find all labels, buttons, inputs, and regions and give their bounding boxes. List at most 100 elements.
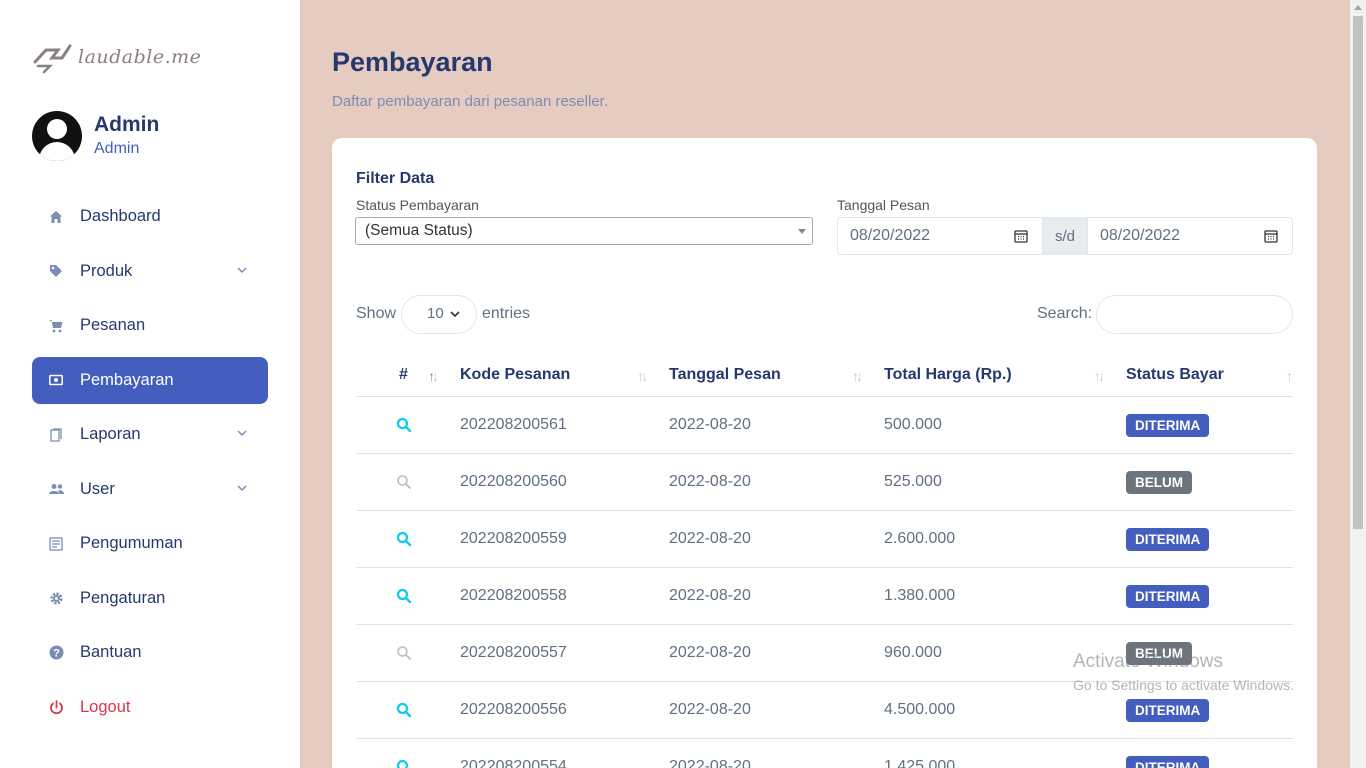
users-icon	[48, 481, 64, 497]
status-filter-label: Status Pembayaran	[356, 197, 479, 213]
scrollbar-thumb[interactable]	[1353, 16, 1363, 529]
profile-name: Admin	[94, 113, 160, 136]
sort-icon[interactable]: ↑↓	[637, 368, 648, 384]
search-detail-icon[interactable]	[396, 645, 412, 661]
sidebar-item-pengumuman[interactable]: Pengumuman	[32, 520, 268, 567]
table-row: 202208200558 2022-08-20 1.380.000 DITERI…	[356, 568, 1293, 625]
column-header-status[interactable]: Status Bayar	[1126, 366, 1224, 384]
search-detail-icon[interactable]	[396, 474, 412, 490]
cell-kode: 202208200560	[460, 473, 567, 490]
date-from-value: 08/20/2022	[850, 227, 931, 244]
sidebar-item-user[interactable]: User	[32, 466, 268, 513]
dropdown-caret-icon	[798, 229, 806, 234]
sidebar-item-bantuan[interactable]: ? Bantuan	[32, 629, 268, 676]
entries-select[interactable]: 10	[401, 295, 477, 334]
cell-total: 960.000	[884, 644, 942, 661]
sidebar-item-label: Pengaturan	[80, 588, 166, 607]
cell-kode: 202208200557	[460, 644, 567, 661]
search-detail-icon[interactable]	[396, 531, 412, 547]
status-filter-value: (Semua Status)	[365, 222, 473, 239]
column-header-total[interactable]: Total Harga (Rp.)	[884, 366, 1012, 384]
sidebar-item-label: Pesanan	[80, 316, 146, 334]
calendar-icon[interactable]	[1014, 229, 1028, 243]
question-icon: ?	[48, 645, 64, 661]
date-range-group: 08/20/2022 s/d 08/20/2022	[837, 217, 1293, 255]
sidebar-item-label: Laporan	[80, 425, 141, 443]
sidebar-item-laporan[interactable]: Laporan	[32, 411, 268, 458]
calendar-icon[interactable]	[1264, 229, 1278, 243]
entries-label: entries	[482, 305, 531, 322]
page-title: Pembayaran	[332, 47, 493, 77]
chevron-down-icon	[237, 484, 247, 491]
cell-tanggal: 2022-08-20	[669, 416, 751, 433]
cell-total: 1.425.000	[884, 758, 956, 768]
watermark-subtitle: Go to Settings to activate Windows.	[1073, 677, 1294, 693]
cell-total: 2.600.000	[884, 530, 956, 547]
date-from-input[interactable]: 08/20/2022	[838, 218, 1042, 254]
cell-tanggal: 2022-08-20	[669, 758, 751, 768]
sort-icon[interactable]: ↑	[1286, 368, 1293, 384]
page-scrollbar[interactable]	[1350, 0, 1366, 768]
sidebar-item-pembayaran[interactable]: Pembayaran	[32, 356, 268, 404]
date-to-input[interactable]: 08/20/2022	[1088, 218, 1292, 254]
sidebar-item-label: Pengumuman	[80, 534, 183, 552]
chevron-down-icon	[237, 266, 247, 273]
cell-total: 500.000	[884, 416, 942, 433]
sort-icon[interactable]: ↑↓	[852, 368, 863, 384]
column-header-index[interactable]: #	[399, 366, 408, 384]
status-badge: DITERIMA	[1126, 414, 1210, 437]
sidebar-item-label: User	[80, 479, 115, 498]
date-range-separator: s/d	[1042, 218, 1088, 254]
search-detail-icon[interactable]	[396, 588, 412, 604]
cell-tanggal: 2022-08-20	[669, 587, 751, 604]
cell-tanggal: 2022-08-20	[669, 644, 751, 661]
gear-icon	[48, 590, 64, 606]
cell-tanggal: 2022-08-20	[669, 530, 751, 547]
app-logo[interactable]: laudable.me	[32, 40, 201, 74]
cell-tanggal: 2022-08-20	[669, 701, 751, 718]
status-badge: DITERIMA	[1126, 528, 1210, 551]
search-detail-icon[interactable]	[396, 759, 412, 768]
sidebar-item-pesanan[interactable]: Pesanan	[32, 302, 268, 349]
sidebar-item-label: Dashboard	[80, 207, 161, 225]
cell-kode: 202208200558	[460, 587, 567, 604]
sidebar-item-label: Logout	[80, 697, 131, 716]
page-subtitle: Daftar pembayaran dari pesanan reseller.	[332, 93, 608, 110]
status-filter-select[interactable]: (Semua Status)	[355, 217, 813, 245]
column-header-tanggal[interactable]: Tanggal Pesan	[669, 366, 781, 384]
status-badge: DITERIMA	[1126, 585, 1210, 608]
cash-icon	[48, 372, 64, 388]
home-icon	[48, 209, 64, 225]
column-header-kode[interactable]: Kode Pesanan	[460, 366, 570, 384]
search-input[interactable]	[1096, 295, 1293, 334]
chevron-down-icon	[237, 430, 247, 437]
cell-total: 525.000	[884, 473, 942, 490]
svg-text:?: ?	[53, 648, 60, 660]
logo-mark-icon	[33, 44, 72, 74]
filter-title: Filter Data	[356, 170, 435, 187]
windows-activation-watermark: Activate Windows Go to Settings to activ…	[1073, 651, 1294, 693]
sidebar-item-logout[interactable]: Logout	[32, 684, 268, 731]
newspaper-icon	[48, 536, 64, 552]
scroll-up-arrow-icon[interactable]	[1354, 5, 1362, 10]
sort-asc-icon[interactable]: ↑↓	[428, 368, 439, 384]
sidebar-item-produk[interactable]: Produk	[32, 248, 268, 295]
watermark-title: Activate Windows	[1073, 651, 1223, 672]
cell-kode: 202208200559	[460, 530, 567, 547]
search-detail-icon[interactable]	[396, 417, 412, 433]
cell-total: 1.380.000	[884, 587, 956, 604]
status-badge: DITERIMA	[1126, 756, 1210, 768]
cell-kode: 202208200556	[460, 701, 567, 718]
table-row: 202208200554 2022-08-20 1.425.000 DITERI…	[356, 739, 1293, 768]
cart-icon	[48, 318, 64, 334]
sidebar-item-pengaturan[interactable]: Pengaturan	[32, 575, 268, 622]
cell-tanggal: 2022-08-20	[669, 473, 751, 490]
sort-icon[interactable]: ↑↓	[1094, 368, 1105, 384]
sidebar-item-dashboard[interactable]: Dashboard	[32, 193, 268, 240]
tag-icon	[48, 263, 64, 279]
search-label: Search:	[1037, 305, 1093, 322]
search-detail-icon[interactable]	[396, 702, 412, 718]
profile-role: Admin	[94, 140, 140, 157]
avatar	[32, 111, 82, 161]
logo-text: laudable.me	[78, 46, 202, 68]
